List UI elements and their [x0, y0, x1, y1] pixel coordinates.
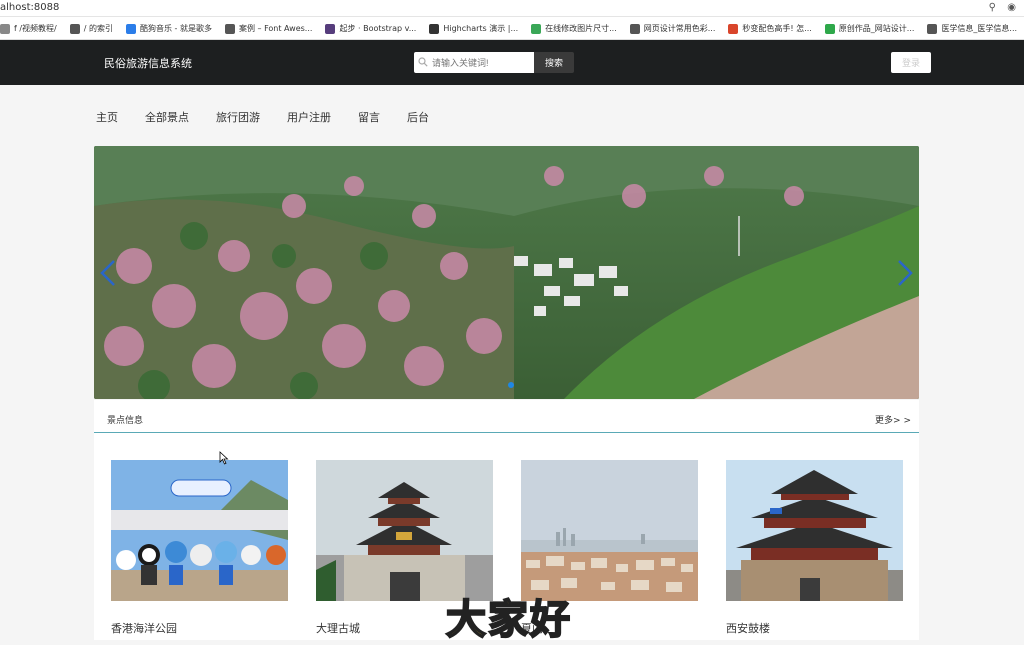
nav-tour-groups[interactable]: 旅行团游: [216, 109, 260, 125]
tool-icon: [531, 23, 542, 34]
attraction-card[interactable]: 夏门: [521, 460, 698, 635]
search-icon: [418, 57, 428, 67]
bookmark-label: 起步 · Bootstrap v...: [339, 24, 417, 33]
profile-icon[interactable]: ◉: [1007, 2, 1016, 13]
attraction-card[interactable]: 西安鼓楼: [726, 460, 903, 635]
bookmark-item[interactable]: 起步 · Bootstrap v...: [325, 17, 417, 39]
attraction-image[interactable]: [316, 460, 493, 601]
bookmark-label: / 的索引: [83, 24, 113, 33]
kugou-icon: [126, 23, 136, 34]
globe-icon: [224, 23, 235, 34]
attraction-name[interactable]: 香港海洋公园: [111, 620, 177, 636]
attraction-image[interactable]: [111, 460, 288, 601]
highcharts-icon: [429, 23, 440, 34]
video-subtitle: 大家好: [445, 596, 572, 644]
more-link[interactable]: 更多> >: [875, 413, 911, 426]
login-button[interactable]: 登录: [891, 52, 931, 73]
carousel-prev-icon[interactable]: [98, 258, 118, 288]
attraction-name[interactable]: 大理古城: [316, 620, 360, 636]
bookmark-label: 网页设计常用色彩...: [643, 24, 716, 33]
url-text[interactable]: alhost:8088: [0, 2, 59, 13]
attraction-image[interactable]: [726, 460, 903, 601]
globe-icon: [69, 23, 80, 34]
mouse-cursor-icon: [219, 451, 229, 465]
bookmark-label: 酷狗音乐 - 就是歌多: [140, 24, 212, 33]
attraction-card[interactable]: 香港海洋公园: [111, 460, 288, 635]
design-icon: [824, 23, 835, 34]
bookmark-item[interactable]: 医学信息_医学信息...: [927, 17, 1018, 39]
globe-icon: [629, 23, 640, 34]
carousel-dot[interactable]: [508, 382, 514, 388]
globe-icon: [927, 23, 938, 34]
carousel-next-icon[interactable]: [895, 258, 915, 288]
top-navbar: 民俗旅游信息系统 搜索 登录: [0, 40, 1024, 85]
attraction-card[interactable]: 大理古城: [316, 460, 493, 635]
bookmark-item[interactable]: 酷狗音乐 - 就是歌多: [126, 17, 212, 39]
bookmarks-bar: f /视频教程/ / 的索引 酷狗音乐 - 就是歌多 案例 – Font Awes..…: [0, 17, 1024, 40]
attraction-name[interactable]: 西安鼓楼: [726, 620, 770, 636]
bookmark-item[interactable]: 网页设计常用色彩...: [629, 17, 716, 39]
search-button[interactable]: 搜索: [534, 52, 574, 73]
nav-all-attractions[interactable]: 全部景点: [145, 109, 189, 125]
site-brand[interactable]: 民俗旅游信息系统: [104, 55, 192, 71]
nav-admin[interactable]: 后台: [407, 109, 429, 125]
main-nav: 主页 全部景点 旅行团游 用户注册 留言 后台: [96, 109, 456, 125]
bookmark-item[interactable]: 原创作品_网站设计...: [824, 17, 915, 39]
zoom-icon[interactable]: ⚲: [989, 2, 996, 13]
search-input[interactable]: [414, 52, 534, 73]
carousel-image: [94, 146, 919, 399]
bookmark-item[interactable]: 在线修改图片尺寸...: [531, 17, 617, 39]
hero-carousel[interactable]: [94, 146, 919, 399]
search-form: 搜索: [414, 52, 574, 73]
bookmark-label: 案例 – Font Awes...: [238, 24, 313, 33]
nav-home[interactable]: 主页: [96, 109, 118, 125]
carousel-indicators: [508, 382, 514, 388]
color-icon: [728, 23, 739, 34]
bookmark-label: 在线修改图片尺寸...: [545, 24, 617, 33]
bootstrap-icon: [325, 23, 336, 34]
page-icon: [0, 23, 10, 34]
section-header: 景点信息 更多> >: [94, 400, 919, 433]
bookmark-label: 原创作品_网站设计...: [838, 24, 915, 33]
bookmark-label: f /视频教程/: [14, 24, 57, 33]
bookmark-item[interactable]: 秒变配色高手! 怎...: [728, 17, 812, 39]
nav-message[interactable]: 留言: [358, 109, 380, 125]
bookmark-label: 秒变配色高手! 怎...: [742, 24, 812, 33]
browser-address-bar[interactable]: alhost:8088 ⚲ ◉: [0, 0, 1024, 17]
bookmark-label: Highcharts 演示 |...: [443, 24, 519, 33]
bookmark-label: 医学信息_医学信息...: [941, 24, 1018, 33]
section-title: 景点信息: [107, 416, 144, 426]
bookmark-item[interactable]: / 的索引: [69, 17, 113, 39]
bookmark-item[interactable]: 案例 – Font Awes...: [224, 17, 313, 39]
bookmark-item[interactable]: Highcharts 演示 |...: [429, 17, 519, 39]
bookmark-item[interactable]: f /视频教程/: [0, 17, 57, 39]
nav-user-register[interactable]: 用户注册: [287, 109, 331, 125]
attraction-image[interactable]: [521, 460, 698, 601]
